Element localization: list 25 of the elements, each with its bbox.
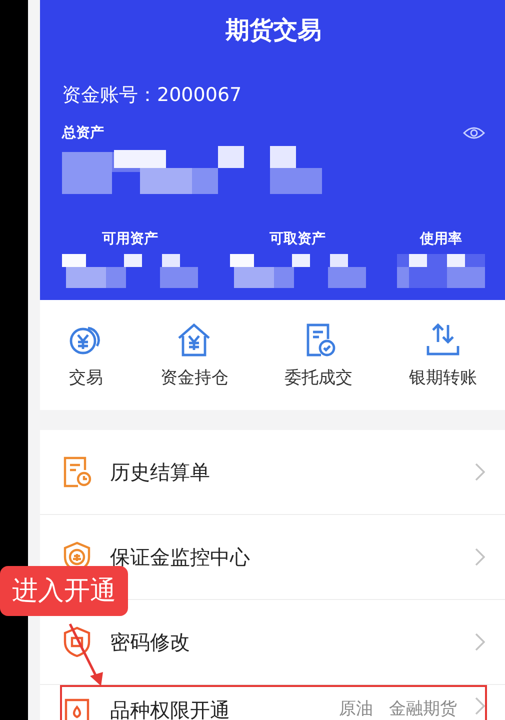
chevron-right-icon — [475, 633, 485, 651]
chevron-right-icon — [475, 697, 485, 715]
shortcut-item[interactable]: 委托成交 — [284, 322, 353, 388]
menu-item[interactable]: 品种权限开通 原油 金融期货 — [40, 685, 505, 720]
shortcut-item[interactable]: 银期转账 — [408, 322, 477, 388]
chevron-right-icon — [475, 463, 485, 481]
house-yuan-icon — [176, 322, 212, 358]
menu-item[interactable]: 历史结算单 — [40, 430, 505, 515]
annotation-tooltip: 进入开通 — [0, 566, 128, 616]
stat-label: 可取资产 — [270, 230, 326, 248]
account-number: 资金账号：2000067 — [62, 83, 243, 108]
stat-label: 可用资产 — [102, 230, 158, 248]
chevron-right-icon — [475, 548, 485, 566]
flame-scroll-icon — [62, 697, 92, 720]
page-title: 期货交易 — [224, 15, 322, 46]
tag-text: 原油 — [339, 698, 373, 720]
total-assets-label: 总资产 — [62, 124, 104, 142]
shortcut-item[interactable]: 交易 — [68, 322, 104, 388]
stat-label: 使用率 — [420, 230, 462, 248]
eye-icon[interactable] — [463, 126, 485, 140]
transfer-arrows-icon — [424, 322, 461, 358]
tag-text: 金融期货 — [389, 698, 457, 720]
shortcut-item[interactable]: 资金持仓 — [160, 322, 228, 388]
shield-icon — [62, 626, 92, 658]
statement-icon — [62, 456, 92, 488]
